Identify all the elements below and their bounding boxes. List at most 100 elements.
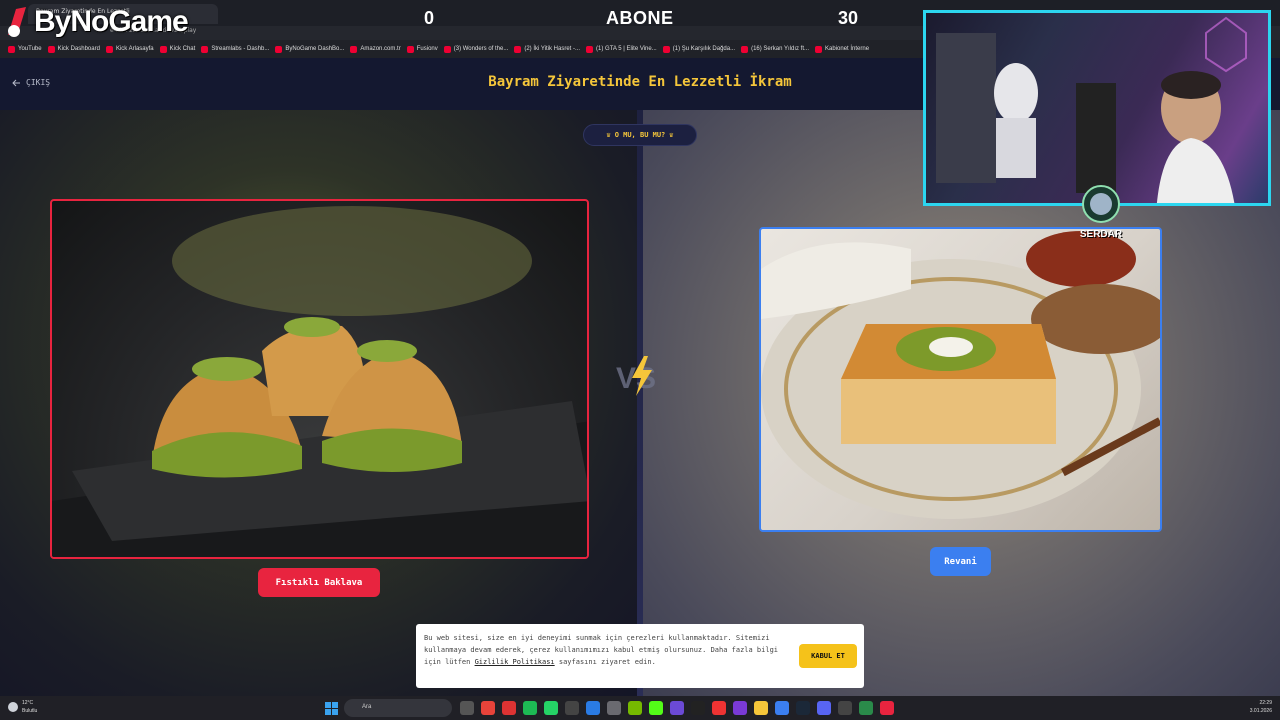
- bookmark-item[interactable]: (1) GTA 5 | Elite Vine...: [586, 45, 663, 53]
- logo-text: ByNoGame: [34, 5, 189, 38]
- cookie-banner: Bu web sitesi, size en iyi deneyimi sunm…: [416, 624, 864, 688]
- bookmark-favicon-icon: [105, 45, 113, 53]
- discord-icon[interactable]: [817, 701, 831, 715]
- bookmark-label: Amazon.com.tr: [360, 46, 401, 52]
- bookmark-favicon-icon: [159, 45, 167, 53]
- taskbar-app-icons: [460, 701, 894, 715]
- question-pill: ♛ O MU, BU MU? ♛: [583, 124, 697, 146]
- task-view-icon[interactable]: [460, 701, 474, 715]
- bookmark-label: Kick Arlasayfa: [115, 46, 154, 52]
- bookmark-favicon-icon: [741, 45, 749, 53]
- bookmark-item[interactable]: (1) Şu Karşılık Dağda...: [662, 45, 741, 53]
- whatsapp-icon[interactable]: [544, 701, 558, 715]
- bookmark-label: Kick Chat: [169, 46, 196, 52]
- vs-icon: VS: [616, 356, 656, 396]
- app-icon[interactable]: [607, 701, 621, 715]
- app-icon[interactable]: [733, 701, 747, 715]
- app-icon[interactable]: [775, 701, 789, 715]
- bookmark-item[interactable]: ByNoGame DashBo...: [275, 45, 350, 53]
- page-title: Bayram Ziyaretinde En Lezzetli İkram: [488, 74, 792, 90]
- arrow-left-icon: [12, 79, 20, 86]
- question-text: O MU, BU MU?: [614, 131, 666, 139]
- left-choice-card[interactable]: [50, 199, 589, 559]
- bookmark-favicon-icon: [443, 45, 451, 53]
- search-placeholder: Ara: [362, 704, 372, 710]
- exit-label: ÇIKIŞ: [26, 78, 51, 87]
- bookmark-favicon-icon: [514, 45, 522, 53]
- app-icon[interactable]: [880, 701, 894, 715]
- logo-icon: [8, 7, 26, 37]
- bookmark-label: Fusionv: [416, 46, 438, 52]
- subscriber-count-right: 30: [838, 8, 859, 28]
- bookmark-label: Kick Dashboard: [57, 46, 100, 52]
- bookmark-label: (1) GTA 5 | Elite Vine...: [596, 46, 657, 52]
- clock-date: 3.01.2026: [1249, 708, 1272, 714]
- taskbar-clock[interactable]: 22:29 3.01.2026: [1222, 699, 1272, 715]
- subscriber-count-left: 0: [424, 8, 435, 28]
- app-icon[interactable]: [691, 701, 705, 715]
- webcam-feed: [936, 16, 1247, 203]
- weather-desc: Bulutlu: [22, 708, 38, 714]
- clock-time: 22:29: [1259, 700, 1272, 706]
- center-divider: [637, 110, 643, 696]
- bookmark-item[interactable]: Fusionv: [406, 45, 444, 53]
- right-choice-card[interactable]: [759, 227, 1162, 532]
- bookmark-label: YouTube: [18, 46, 42, 52]
- app-icon[interactable]: [859, 701, 873, 715]
- bookmark-favicon-icon: [8, 45, 15, 53]
- kick-icon[interactable]: [649, 701, 663, 715]
- accept-cookies-button[interactable]: KABUL ET: [799, 644, 857, 668]
- webcam-overlay: [923, 10, 1271, 206]
- bookmark-item[interactable]: Kabionet İnterne: [815, 45, 875, 53]
- folder-icon[interactable]: [754, 701, 768, 715]
- cookie-text-end: sayfasını ziyaret edin.: [554, 658, 656, 666]
- left-choice-button[interactable]: Fıstıklı Baklava: [258, 568, 380, 597]
- bookmark-label: Streamlabs - Dashb...: [211, 46, 270, 52]
- bookmark-favicon-icon: [350, 45, 358, 53]
- obs-icon[interactable]: [670, 701, 684, 715]
- app-icon[interactable]: [565, 701, 579, 715]
- taskbar-search[interactable]: Ara: [344, 699, 452, 717]
- bookmark-item[interactable]: Amazon.com.tr: [350, 45, 406, 53]
- privacy-policy-link[interactable]: Gizlilik Politikası: [475, 658, 555, 666]
- cloud-icon: [8, 702, 18, 712]
- baklava-image: [52, 206, 587, 557]
- bookmark-label: ByNoGame DashBo...: [285, 46, 345, 52]
- bookmark-favicon-icon: [662, 45, 670, 53]
- spotify-icon[interactable]: [523, 701, 537, 715]
- bookmark-item[interactable]: YouTube: [8, 45, 48, 53]
- revani-image: [761, 231, 1160, 519]
- bookmark-item[interactable]: Kick Chat: [159, 45, 202, 53]
- bynogame-logo: ByNoGame: [4, 2, 189, 42]
- bookmark-label: (3) Wonders of the...: [453, 46, 509, 52]
- right-choice-button[interactable]: Revani: [930, 547, 991, 576]
- media-icon[interactable]: [502, 701, 516, 715]
- chrome-icon[interactable]: [481, 701, 495, 715]
- weather-temp: 12°C: [22, 700, 34, 706]
- bookmark-item[interactable]: (16) Serkan Yıldız ft...: [741, 45, 815, 53]
- bookmark-favicon-icon: [275, 45, 283, 53]
- bookmark-item[interactable]: (3) Wonders of the...: [443, 45, 515, 53]
- bookmark-item[interactable]: Kick Dashboard: [47, 45, 106, 53]
- bookmark-label: (16) Serkan Yıldız ft...: [751, 46, 810, 52]
- bookmark-label: Kabionet İnterne: [825, 46, 870, 52]
- bookmark-favicon-icon: [586, 45, 594, 53]
- vs-text: VS: [616, 362, 656, 395]
- bookmark-item[interactable]: (2) İki Yitik Hasret -...: [514, 45, 586, 53]
- app-icon[interactable]: [838, 701, 852, 715]
- exit-button[interactable]: ÇIKIŞ: [12, 78, 50, 87]
- bookmark-favicon-icon: [47, 45, 55, 53]
- steam-icon[interactable]: [796, 701, 810, 715]
- opera-icon[interactable]: [712, 701, 726, 715]
- windows-start-icon[interactable]: [325, 702, 338, 715]
- app-icon[interactable]: [586, 701, 600, 715]
- streamer-name-badge: SERDAR: [1079, 229, 1123, 240]
- weather-widget[interactable]: 12°C Bulutlu: [8, 699, 37, 715]
- nvidia-icon[interactable]: [628, 701, 642, 715]
- bookmark-favicon-icon: [201, 45, 209, 53]
- bookmark-item[interactable]: Kick Arlasayfa: [105, 45, 160, 53]
- bookmark-favicon-icon: [815, 45, 823, 53]
- bookmark-item[interactable]: Streamlabs - Dashb...: [201, 45, 275, 53]
- cookie-text: Bu web sitesi, size en iyi deneyimi sunm…: [424, 632, 794, 668]
- bookmark-label: (2) İki Yitik Hasret -...: [524, 46, 581, 52]
